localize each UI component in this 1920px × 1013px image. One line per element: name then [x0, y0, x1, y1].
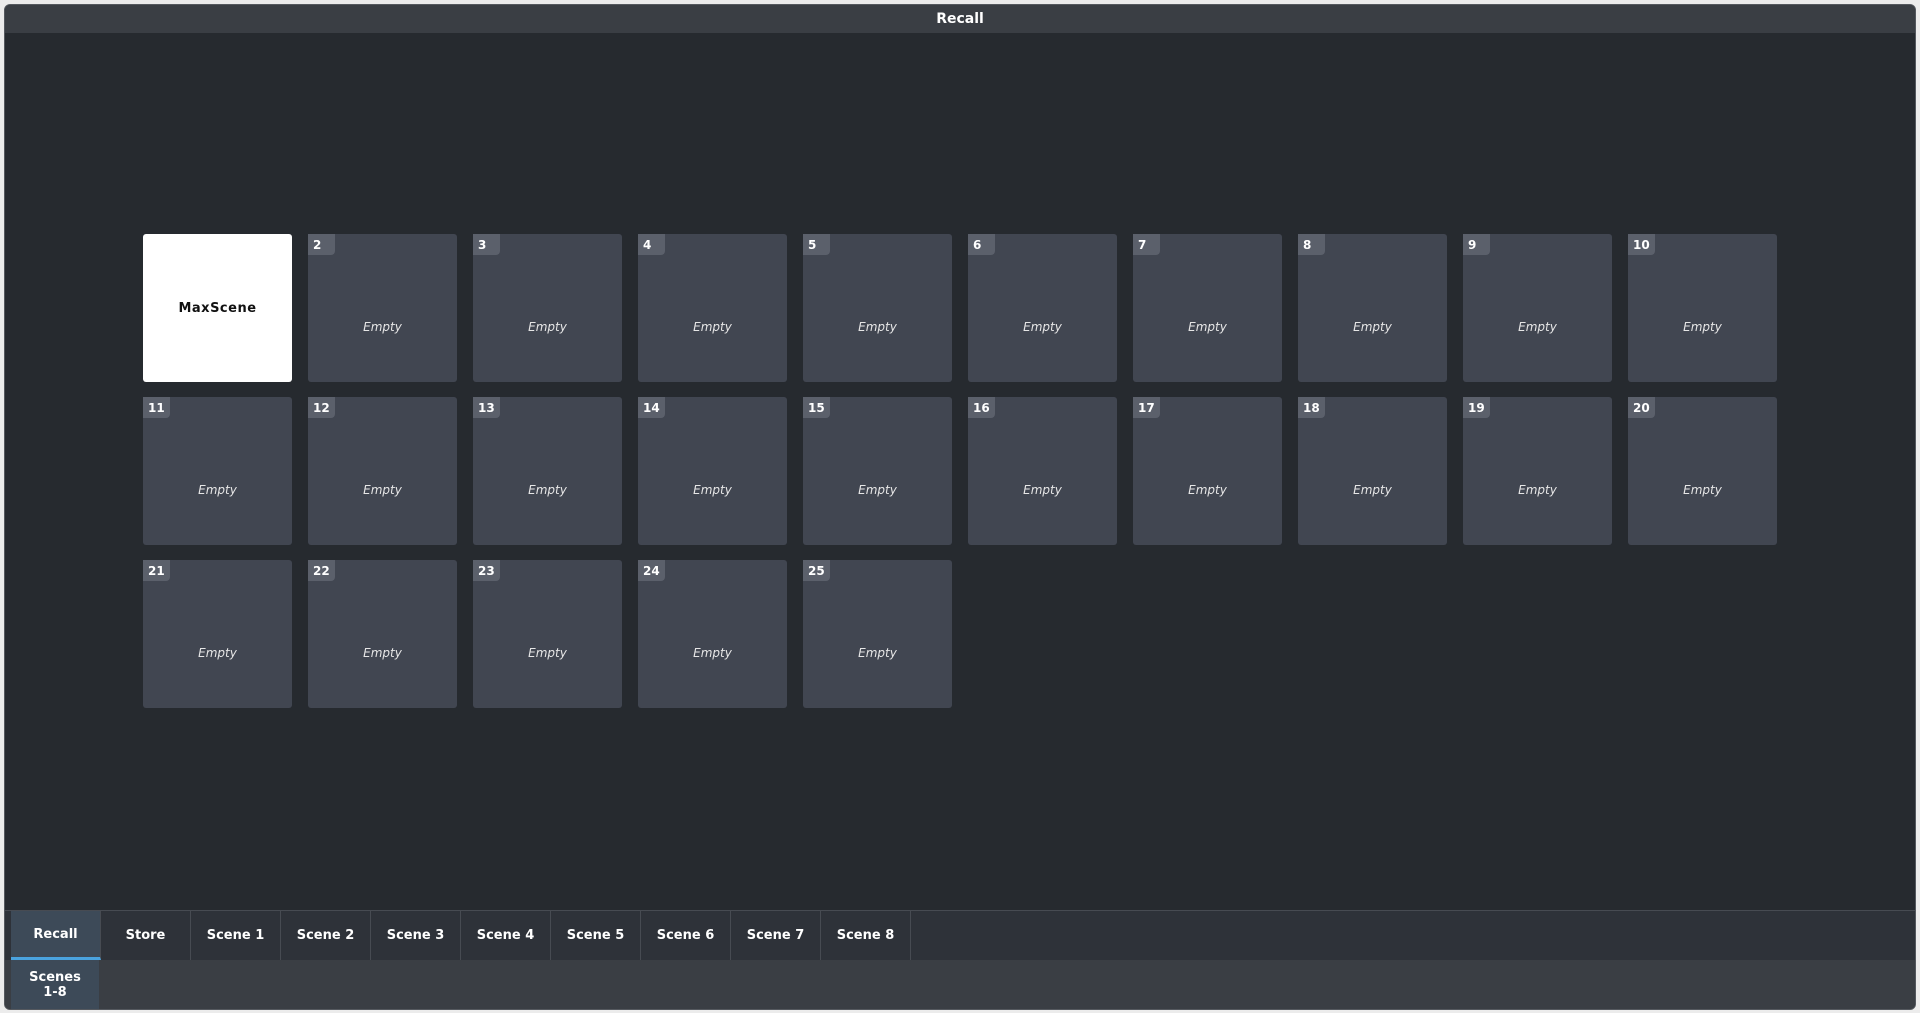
scene-tile[interactable]: 12 Empty: [308, 397, 457, 545]
recall-window: Recall MaxScene 2 Empty 3 Empty 4 Empty 5 Empty 6…: [4, 4, 1916, 1010]
scene-number: 19: [1463, 397, 1490, 418]
scene-label: Empty: [198, 483, 237, 497]
scene-label: Empty: [858, 646, 897, 660]
scene-tile[interactable]: 25 Empty: [803, 560, 952, 708]
scene-tile[interactable]: 20 Empty: [1628, 397, 1777, 545]
scene-label: Empty: [1353, 483, 1392, 497]
tab-store[interactable]: Store: [101, 911, 191, 960]
scene-tile[interactable]: 11 Empty: [143, 397, 292, 545]
scene-page-bar: Scenes 1-8: [5, 960, 1915, 1009]
tab-recall[interactable]: Recall: [11, 911, 101, 960]
scene-tile[interactable]: 4 Empty: [638, 234, 787, 382]
scene-label: Empty: [693, 320, 732, 334]
scene-tile[interactable]: 15 Empty: [803, 397, 952, 545]
scene-tile[interactable]: 5 Empty: [803, 234, 952, 382]
scene-number: 3: [473, 234, 500, 255]
scene-tile[interactable]: 21 Empty: [143, 560, 292, 708]
scene-tile[interactable]: 16 Empty: [968, 397, 1117, 545]
scene-label: Empty: [858, 483, 897, 497]
scene-tile[interactable]: 17 Empty: [1133, 397, 1282, 545]
scene-number: 15: [803, 397, 830, 418]
scene-label: Empty: [198, 646, 237, 660]
tab-scene-2[interactable]: Scene 2: [281, 911, 371, 960]
scene-tile[interactable]: 22 Empty: [308, 560, 457, 708]
scene-label: Empty: [1188, 483, 1227, 497]
subtab-scenes-1-8[interactable]: Scenes 1-8: [11, 960, 99, 1009]
scene-tile[interactable]: 18 Empty: [1298, 397, 1447, 545]
scene-number: 5: [803, 234, 830, 255]
scene-number: 22: [308, 560, 335, 581]
scene-number: 2: [308, 234, 335, 255]
scene-label: Empty: [528, 483, 567, 497]
scene-label: Empty: [1683, 320, 1722, 334]
scene-tile[interactable]: 10 Empty: [1628, 234, 1777, 382]
scene-number: 18: [1298, 397, 1325, 418]
tab-scene-6[interactable]: Scene 6: [641, 911, 731, 960]
scene-label: Empty: [363, 320, 402, 334]
tab-scene-4[interactable]: Scene 4: [461, 911, 551, 960]
scene-number: 11: [143, 397, 170, 418]
scene-tile[interactable]: 13 Empty: [473, 397, 622, 545]
scene-label: Empty: [1518, 320, 1557, 334]
scene-label: Empty: [1353, 320, 1392, 334]
scene-tile[interactable]: 8 Empty: [1298, 234, 1447, 382]
scene-tile[interactable]: 7 Empty: [1133, 234, 1282, 382]
scene-number: 6: [968, 234, 995, 255]
scene-label: Empty: [858, 320, 897, 334]
scene-number: 14: [638, 397, 665, 418]
scene-label: Empty: [363, 646, 402, 660]
scene-label: Empty: [1023, 483, 1062, 497]
window-title: Recall: [5, 5, 1915, 33]
scene-label: Empty: [1683, 483, 1722, 497]
tab-scene-8[interactable]: Scene 8: [821, 911, 911, 960]
scene-number: 13: [473, 397, 500, 418]
scene-tile[interactable]: 6 Empty: [968, 234, 1117, 382]
scene-number: 17: [1133, 397, 1160, 418]
scene-label: Empty: [363, 483, 402, 497]
tab-scene-7[interactable]: Scene 7: [731, 911, 821, 960]
scene-tile[interactable]: 3 Empty: [473, 234, 622, 382]
scene-number: 16: [968, 397, 995, 418]
bottom-tab-bar: Recall Store Scene 1 Scene 2 Scene 3 Scene 4S…: [5, 910, 1915, 960]
scene-number: 9: [1463, 234, 1490, 255]
scene-label: Empty: [1188, 320, 1227, 334]
scene-number: 7: [1133, 234, 1160, 255]
scene-label: Empty: [528, 646, 567, 660]
scene-number: 25: [803, 560, 830, 581]
scene-number: 23: [473, 560, 500, 581]
scene-number: 10: [1628, 234, 1655, 255]
scene-label: MaxScene: [178, 300, 257, 316]
scene-label: Empty: [528, 320, 567, 334]
scene-label: Empty: [1518, 483, 1557, 497]
scene-tile[interactable]: MaxScene: [143, 234, 292, 382]
scene-label: Empty: [693, 483, 732, 497]
scene-grid: MaxScene 2 Empty 3 Empty 4 Empty 5 Empty 6 Empty 7 E…: [143, 234, 1783, 714]
scene-label: Empty: [693, 646, 732, 660]
tab-scene-3[interactable]: Scene 3: [371, 911, 461, 960]
scene-tile[interactable]: 24 Empty: [638, 560, 787, 708]
scene-tile[interactable]: 2 Empty: [308, 234, 457, 382]
scene-number: 20: [1628, 397, 1655, 418]
scene-number: 4: [638, 234, 665, 255]
scene-label: Empty: [1023, 320, 1062, 334]
tab-scene-1[interactable]: Scene 1: [191, 911, 281, 960]
scene-number: 8: [1298, 234, 1325, 255]
tab-scene-5[interactable]: Scene 5: [551, 911, 641, 960]
scene-tile[interactable]: 23 Empty: [473, 560, 622, 708]
scene-tile[interactable]: 14 Empty: [638, 397, 787, 545]
scene-tile[interactable]: 19 Empty: [1463, 397, 1612, 545]
scene-number: 21: [143, 560, 170, 581]
scene-tile[interactable]: 9 Empty: [1463, 234, 1612, 382]
scene-number: 24: [638, 560, 665, 581]
scene-number: 12: [308, 397, 335, 418]
